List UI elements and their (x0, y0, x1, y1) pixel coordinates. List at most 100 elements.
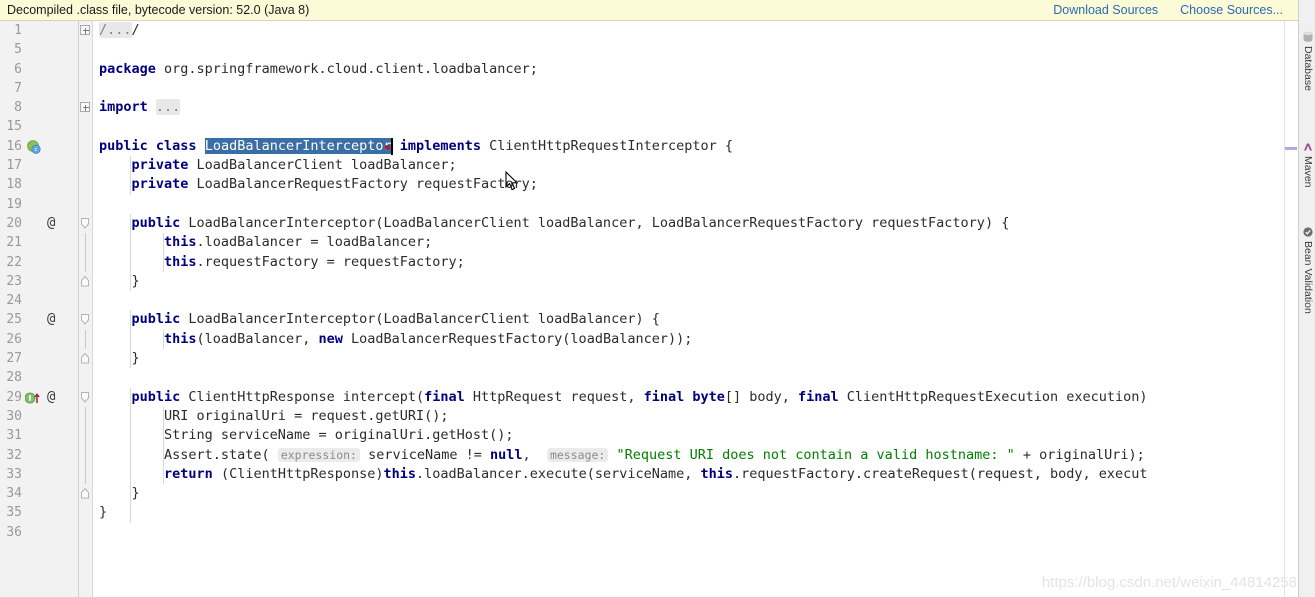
gutter-row[interactable]: 7 (0, 79, 78, 98)
gutter-row[interactable]: 18 (0, 175, 78, 194)
fold-marker-row[interactable] (79, 484, 92, 503)
annotation-marker-icon[interactable]: @ (47, 388, 55, 407)
fold-marker-row[interactable] (79, 445, 92, 465)
gutter-row[interactable]: 6 (0, 60, 78, 79)
gutter-row[interactable]: 16 c (0, 137, 78, 156)
gutter-row[interactable]: 22 (0, 253, 78, 272)
code-line[interactable]: public ClientHttpResponse intercept(fina… (93, 387, 1298, 407)
fold-marker-row[interactable] (79, 388, 92, 407)
fold-marker-row[interactable] (79, 426, 92, 446)
gutter-row[interactable]: 29 @ (0, 388, 78, 407)
code-line[interactable] (93, 79, 1298, 98)
folded-region[interactable]: /... (99, 22, 132, 38)
fold-marker-row[interactable] (79, 233, 92, 253)
fold-expand-icon[interactable] (80, 25, 90, 35)
scrollbar-marker[interactable] (1285, 147, 1297, 150)
fold-collapse-start-icon[interactable] (79, 391, 91, 404)
fold-marker-row[interactable] (79, 40, 92, 59)
code-line[interactable]: /.../ (93, 21, 1298, 40)
gutter-row[interactable]: 35 (0, 503, 78, 522)
code-line[interactable]: private LoadBalancerClient loadBalancer; (93, 156, 1298, 176)
fold-marker-row[interactable] (79, 156, 92, 175)
fold-collapse-end-icon[interactable] (79, 275, 91, 288)
fold-marker-row[interactable] (79, 137, 92, 156)
code-line[interactable] (93, 368, 1298, 387)
fold-marker-row[interactable] (79, 175, 92, 194)
gutter-row[interactable]: 20 @ (0, 214, 78, 233)
gutter-row[interactable]: 15 (0, 117, 78, 136)
class-icon[interactable]: c (27, 139, 41, 154)
code-text-area[interactable]: /.../ package org.springframework.cloud.c… (93, 21, 1298, 597)
code-line[interactable]: } (93, 484, 1298, 504)
gutter-row[interactable]: 24 (0, 291, 78, 310)
gutter-row[interactable]: 32 (0, 446, 78, 465)
code-line[interactable]: public class LoadBalancerInterceptor imp… (93, 137, 1298, 156)
gutter-row[interactable]: 26 (0, 330, 78, 349)
code-folding-gutter[interactable] (79, 21, 93, 597)
folded-region[interactable]: ... (155, 99, 181, 116)
fold-marker-row[interactable] (79, 272, 92, 291)
fold-marker-row[interactable] (79, 503, 92, 522)
code-line[interactable]: Assert.state( expression: serviceName !=… (93, 445, 1298, 465)
code-line[interactable]: } (93, 271, 1298, 292)
gutter-row[interactable]: 17 (0, 156, 78, 175)
fold-collapse-end-icon[interactable] (79, 487, 91, 500)
fold-marker-row[interactable] (79, 349, 92, 368)
code-line[interactable]: this.loadBalancer = loadBalancer; (93, 233, 1298, 253)
download-sources-link[interactable]: Download Sources (1053, 3, 1158, 17)
gutter-row[interactable]: 21 (0, 233, 78, 252)
fold-marker-row[interactable] (79, 214, 92, 233)
gutter-row[interactable]: 8 (0, 98, 78, 117)
gutter-row[interactable]: 30 (0, 407, 78, 426)
line-number-gutter[interactable]: 1 5 6 7 8 15 16 c 17 18 19 20 @21 22 23 24 25 @26 27 28 29 @3… (0, 21, 79, 597)
gutter-row[interactable]: 19 (0, 195, 78, 214)
fold-collapse-start-icon[interactable] (79, 217, 91, 230)
code-line[interactable]: private LoadBalancerRequestFactory reque… (93, 175, 1298, 195)
annotation-marker-icon[interactable]: @ (47, 214, 55, 233)
code-line[interactable] (93, 291, 1298, 310)
code-line[interactable] (93, 523, 1298, 542)
code-line[interactable]: return (ClientHttpResponse)this.loadBala… (93, 464, 1298, 485)
fold-marker-row[interactable] (79, 117, 92, 136)
editor-marker-scrollbar[interactable] (1284, 21, 1298, 597)
annotation-marker-icon[interactable]: @ (47, 310, 55, 329)
fold-marker-row[interactable] (79, 406, 92, 427)
code-line[interactable]: this(loadBalancer, new LoadBalancerReque… (93, 329, 1298, 350)
fold-collapse-end-icon[interactable] (79, 352, 91, 365)
code-line[interactable] (93, 40, 1298, 59)
choose-sources-link[interactable]: Choose Sources... (1180, 3, 1283, 17)
code-line[interactable]: } (93, 349, 1298, 369)
code-line[interactable]: this.requestFactory = requestFactory; (93, 252, 1298, 272)
gutter-row[interactable]: 28 (0, 368, 78, 387)
fold-marker-row[interactable] (79, 291, 92, 310)
code-line[interactable]: public LoadBalancerInterceptor(LoadBalan… (93, 310, 1298, 330)
fold-marker-row[interactable] (79, 98, 92, 117)
fold-marker-row[interactable] (79, 464, 92, 485)
implements-method-icon[interactable] (24, 391, 43, 405)
fold-marker-row[interactable] (79, 195, 92, 214)
code-line[interactable]: URI originalUri = request.getURI(); (93, 406, 1298, 427)
code-line[interactable] (93, 117, 1298, 136)
gutter-row[interactable]: 25 @ (0, 310, 78, 329)
gutter-row[interactable]: 34 (0, 484, 78, 503)
gutter-row[interactable]: 31 (0, 426, 78, 445)
gutter-row[interactable]: 27 (0, 349, 78, 368)
fold-marker-row[interactable] (79, 21, 92, 40)
gutter-row[interactable]: 23 (0, 272, 78, 291)
code-line[interactable]: import ... (93, 98, 1298, 117)
code-line[interactable]: String serviceName = originalUri.getHost… (93, 426, 1298, 446)
fold-marker-row[interactable] (79, 329, 92, 350)
fold-marker-row[interactable] (79, 60, 92, 79)
gutter-row[interactable]: 33 (0, 465, 78, 484)
fold-marker-row[interactable] (79, 310, 92, 329)
fold-marker-row[interactable] (79, 368, 92, 387)
code-line[interactable]: public LoadBalancerInterceptor(LoadBalan… (93, 213, 1298, 234)
fold-expand-icon[interactable] (80, 102, 90, 113)
fold-marker-row[interactable] (79, 523, 92, 542)
fold-collapse-start-icon[interactable] (79, 313, 91, 326)
code-line[interactable] (93, 195, 1298, 214)
gutter-row[interactable]: 36 (0, 523, 78, 542)
gutter-row[interactable]: 1 (0, 21, 78, 40)
fold-marker-row[interactable] (79, 252, 92, 272)
fold-marker-row[interactable] (79, 79, 92, 98)
